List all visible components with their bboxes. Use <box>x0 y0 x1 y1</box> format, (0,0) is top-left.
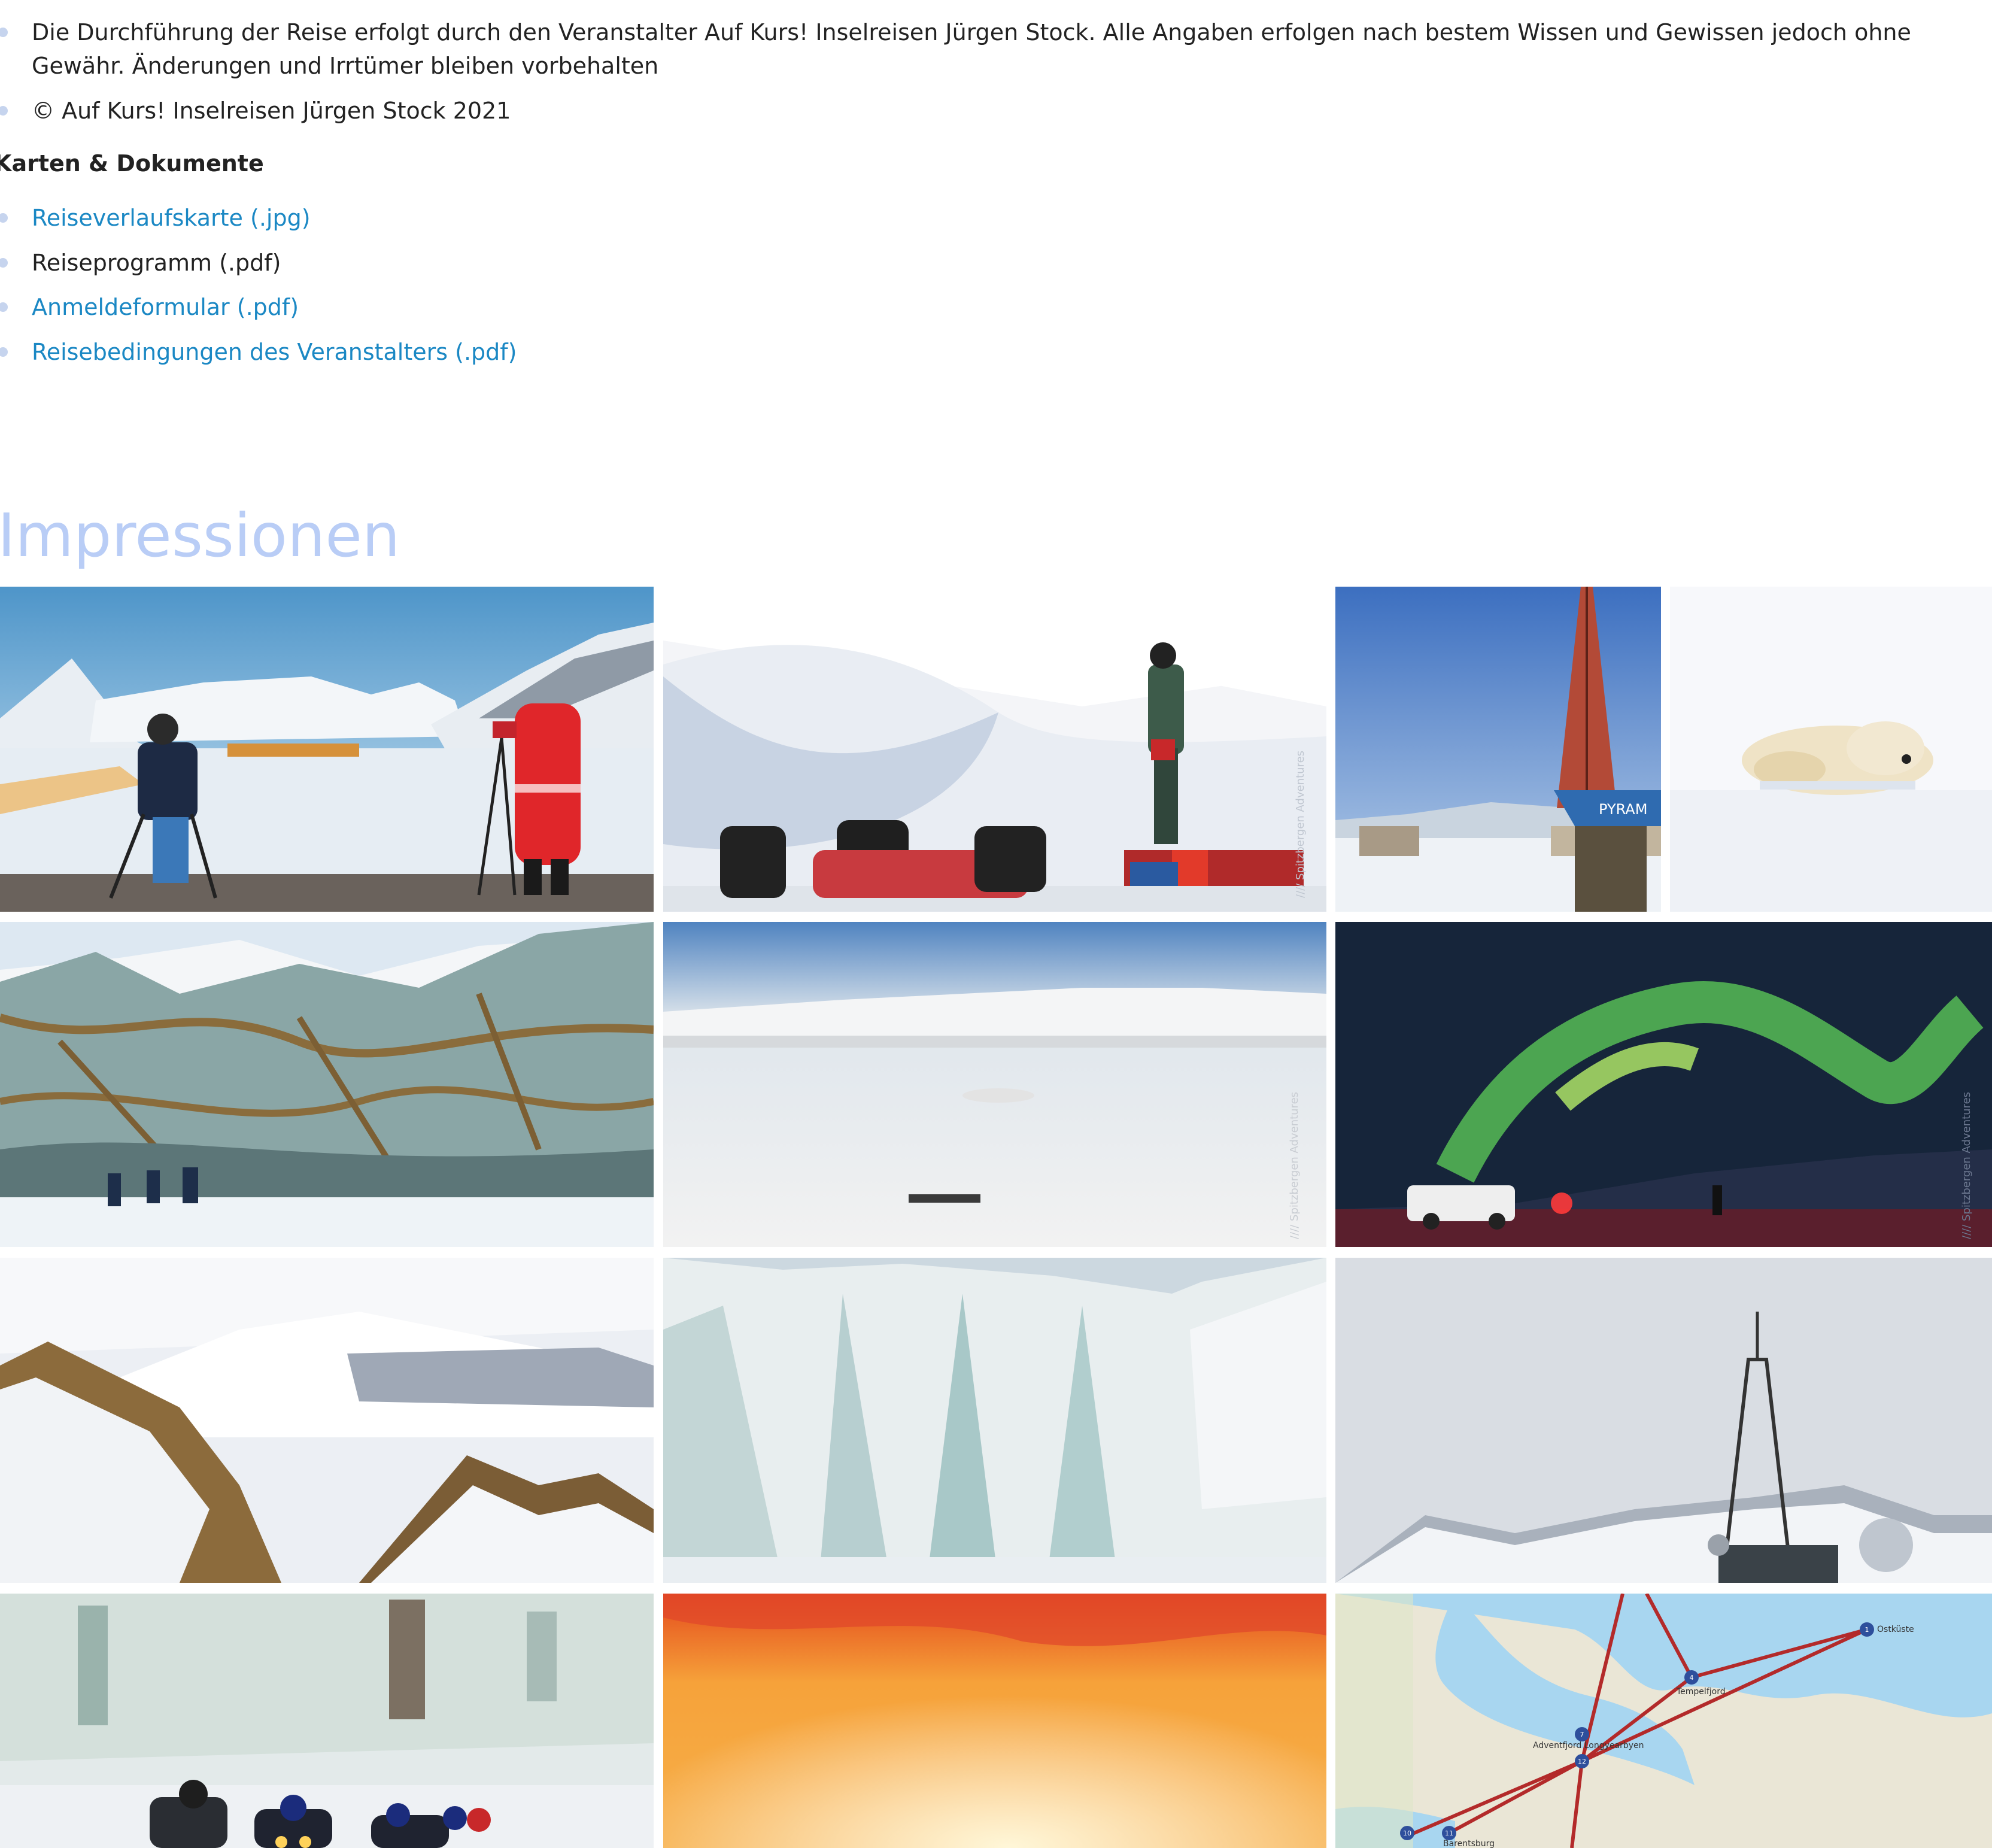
map-label-adventfjord: Adventfjord Longyearbyen <box>1533 1741 1644 1750</box>
photo-glacier-front[interactable] <box>663 1258 1326 1583</box>
photo-tripod-photographers[interactable] <box>0 587 654 912</box>
photo-northern-lights[interactable]: //// Spitzbergen Adventures <box>1335 922 1992 1247</box>
document-item: Anmeldeformular (.pdf) <box>0 290 517 324</box>
svg-text:7: 7 <box>1580 1731 1584 1738</box>
svg-text:4: 4 <box>1690 1674 1694 1682</box>
photo-snowfield-dogsled[interactable]: //// Spitzbergen Adventures <box>663 922 1326 1247</box>
svg-text:10: 10 <box>1403 1829 1411 1837</box>
watermark: //// Spitzbergen Adventures <box>1288 1092 1301 1239</box>
map-label-ostkueste: Ostküste <box>1877 1625 1914 1634</box>
gallery-heading: Impressionen <box>0 500 400 571</box>
photo-radio-tower[interactable] <box>1335 1258 1992 1583</box>
photo-snowmobile-photographer[interactable]: //// Spitzbergen Adventures <box>663 587 1326 912</box>
watermark: //// Spitzbergen Adventures <box>1960 1092 1973 1239</box>
info-list: Die Durchführung der Reise erfolgt durch… <box>0 16 1975 128</box>
route-map-thumbnail[interactable]: 1 4 7 12 11 10 Ostküste Tempelfjord Adve… <box>1335 1594 1992 1848</box>
program-text: Reiseprogramm (.pdf) <box>32 249 281 276</box>
registration-form-link[interactable]: Anmeldeformular (.pdf) <box>32 294 299 320</box>
document-item: Reisebedingungen des Veranstalters (.pdf… <box>0 335 517 369</box>
svg-text:1: 1 <box>1865 1626 1869 1634</box>
photo-snowmobile-group[interactable] <box>0 1594 654 1848</box>
photo-pyramiden-sign[interactable]: PYRAM <box>1335 587 1661 912</box>
svg-text:PYRAM: PYRAM <box>1599 801 1647 818</box>
route-map-link[interactable]: Reiseverlaufskarte (.jpg) <box>32 205 311 231</box>
photo-sunset[interactable] <box>663 1594 1326 1848</box>
map-label-tempelfjord: Tempelfjord <box>1676 1687 1726 1697</box>
photo-mountain-valley[interactable] <box>0 1258 654 1583</box>
documents-list: Reiseverlaufskarte (.jpg) Reiseprogramm … <box>0 201 517 380</box>
watermark: //// Spitzbergen Adventures <box>1294 751 1307 898</box>
document-item: Reiseprogramm (.pdf) <box>0 246 517 280</box>
svg-text:11: 11 <box>1445 1829 1453 1837</box>
document-item: Reiseverlaufskarte (.jpg) <box>0 201 517 235</box>
info-item-operator: Die Durchführung der Reise erfolgt durch… <box>0 16 1975 83</box>
photo-polar-bear[interactable] <box>1670 587 1992 912</box>
info-item-copyright: © Auf Kurs! Inselreisen Jürgen Stock 202… <box>0 94 1975 128</box>
documents-heading: Karten & Dokumente <box>0 150 264 177</box>
map-label-barentsburg: Barentsburg <box>1443 1839 1495 1848</box>
photo-ice-cave[interactable] <box>0 922 654 1247</box>
svg-text:12: 12 <box>1578 1758 1586 1765</box>
travel-conditions-link[interactable]: Reisebedingungen des Veranstalters (.pdf… <box>32 339 517 365</box>
